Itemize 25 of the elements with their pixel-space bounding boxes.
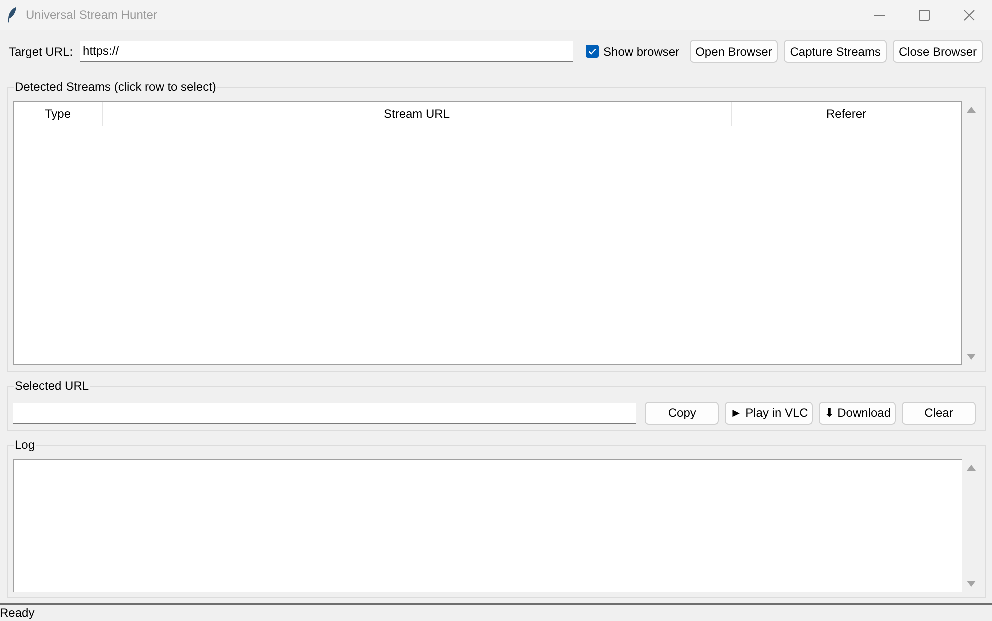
toolbar-button[interactable]: Capture Streams: [784, 40, 887, 63]
scroll-down-arrow-icon[interactable]: [966, 581, 976, 587]
target-url-label: Target URL:: [9, 44, 74, 58]
action-button[interactable]: Clear: [902, 402, 976, 424]
group-title: Detected Streams (click row to select): [14, 80, 218, 94]
action-button[interactable]: ⬇ Download: [819, 402, 896, 424]
selected-url-field[interactable]: [13, 402, 636, 424]
maximize-icon: [919, 10, 930, 20]
action-button[interactable]: ► Play in VLC: [725, 402, 814, 424]
close-icon: [964, 10, 975, 20]
status-text: Ready: [0, 606, 35, 620]
scroll-up-arrow-icon[interactable]: [966, 107, 976, 113]
checkbox[interactable]: [586, 45, 599, 58]
scroll-down-arrow-icon[interactable]: [966, 354, 976, 360]
window-title: Universal Stream Hunter: [26, 8, 158, 22]
action-button[interactable]: Copy: [645, 402, 720, 424]
group-title: Selected URL: [14, 379, 90, 393]
checkbox-label[interactable]: Show browser: [604, 44, 680, 58]
group-title: Log: [14, 438, 36, 452]
toolbar-button[interactable]: Close Browser: [892, 40, 983, 63]
scroll-up-arrow-icon[interactable]: [966, 465, 976, 471]
feather-icon: [7, 7, 17, 23]
target-url-field[interactable]: https://: [80, 41, 573, 62]
toolbar-button[interactable]: Open Browser: [690, 40, 778, 63]
streams-table[interactable]: Type Stream URL Referer: [13, 101, 962, 365]
